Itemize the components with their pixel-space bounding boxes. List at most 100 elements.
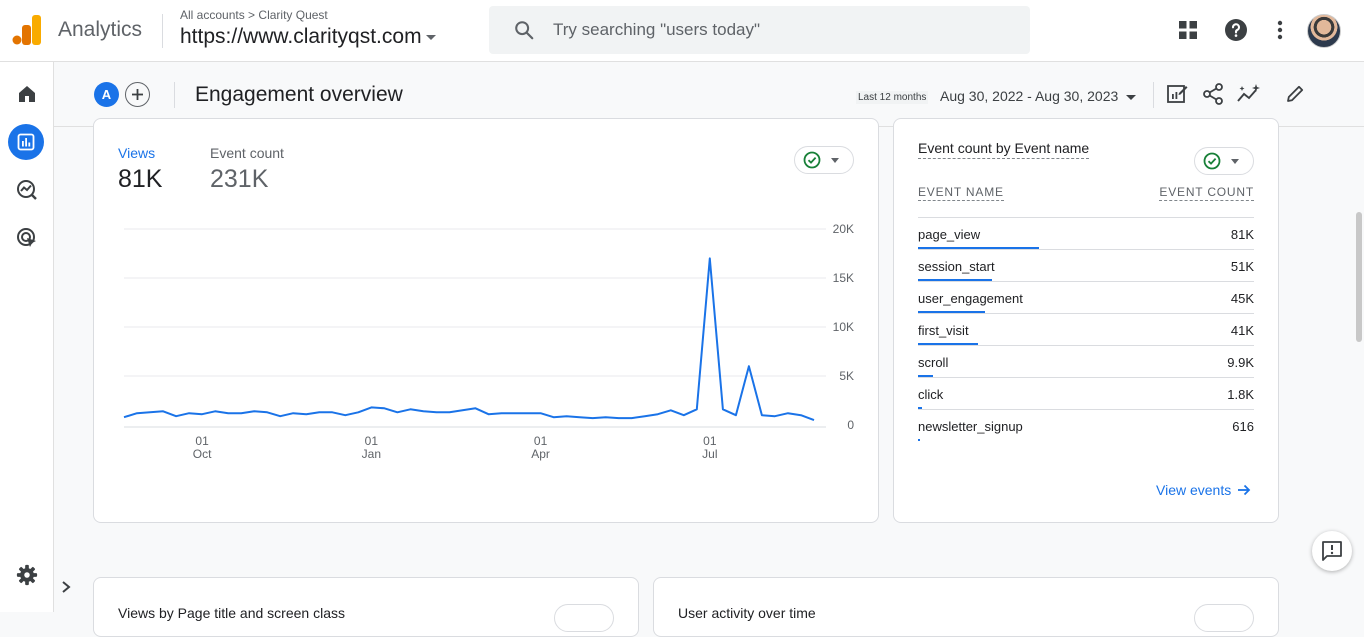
- event-count: 9.9K: [1227, 355, 1254, 370]
- table-row[interactable]: click 1.8K: [918, 377, 1254, 409]
- column-header-event-count[interactable]: EVENT COUNT: [1159, 185, 1254, 201]
- date-preset-label: Last 12 months: [856, 91, 929, 104]
- card-title[interactable]: Event count by Event name: [918, 140, 1090, 159]
- explore-glyph: [17, 180, 37, 200]
- event-count: 81K: [1230, 227, 1254, 242]
- event-name: scroll: [918, 355, 949, 370]
- edit-pencil-glyph: [1287, 85, 1304, 102]
- view-events-link[interactable]: View events: [1156, 482, 1251, 498]
- x-tick-month: Oct: [193, 447, 212, 461]
- event-name: first_visit: [918, 323, 969, 338]
- search-icon: [515, 21, 534, 40]
- divider: [174, 82, 175, 108]
- more-vert-icon[interactable]: [1267, 17, 1293, 43]
- x-tick-day: 01: [534, 434, 548, 448]
- apps-grid-glyph: [1179, 21, 1197, 39]
- table-row[interactable]: user_engagement 45K: [918, 281, 1254, 313]
- table-row[interactable]: session_start 51K: [918, 249, 1254, 281]
- views-series-line[interactable]: [123, 257, 815, 422]
- metric-tab-views-label[interactable]: Views: [118, 145, 155, 161]
- event-count: 41K: [1230, 323, 1254, 338]
- edit-pencil-icon[interactable]: [1283, 82, 1307, 106]
- column-header-event-name[interactable]: EVENT NAME: [918, 185, 1004, 201]
- table-row[interactable]: page_view 81K: [918, 217, 1254, 249]
- comparison-badge[interactable]: A: [94, 82, 119, 107]
- event-name: session_start: [918, 259, 995, 274]
- card-options-dropdown[interactable]: [1194, 147, 1254, 175]
- property-name: https://www.clarityqst.com: [180, 25, 422, 48]
- table-row[interactable]: first_visit 41K: [918, 313, 1254, 345]
- app-name: Analytics: [58, 18, 143, 41]
- dropdown-arrow-icon: [1126, 94, 1137, 100]
- breadcrumb-account: Clarity Quest: [258, 8, 328, 22]
- date-range-picker[interactable]: Aug 30, 2022 - Aug 30, 2023: [940, 88, 1137, 104]
- expand-nav-button[interactable]: [54, 575, 78, 599]
- avatar[interactable]: [1307, 14, 1341, 48]
- analytics-logo-icon[interactable]: [12, 14, 42, 46]
- x-tick-month: Jul: [702, 447, 717, 461]
- card-title[interactable]: User activity over time: [678, 605, 816, 621]
- card-title[interactable]: Views by Page title and screen class: [118, 605, 345, 621]
- settings-icon[interactable]: [11, 559, 43, 591]
- x-tick-month: Apr: [531, 447, 550, 461]
- arrow-right-icon: [1238, 484, 1251, 496]
- views-chart-card: Views 81K Event count 231K 20K 15K 10K 5K 0 0…: [93, 118, 879, 523]
- more-vert-glyph: [1277, 20, 1283, 40]
- date-range-text: Aug 30, 2022 - Aug 30, 2023: [940, 88, 1119, 104]
- table-row[interactable]: scroll 9.9K: [918, 345, 1254, 377]
- breadcrumb-root: All accounts: [180, 8, 245, 22]
- x-tick-month: Jan: [362, 447, 381, 461]
- chevron-right-icon: >: [248, 8, 256, 22]
- chevron-right-icon: [62, 581, 71, 593]
- insights-icon[interactable]: [1237, 82, 1261, 106]
- views-line-chart: 20K15K10K5K001Oct01Jan01Apr01Jul: [123, 222, 854, 461]
- share-bar: [918, 439, 920, 441]
- event-name: page_view: [918, 227, 981, 242]
- customize-report-glyph: [1167, 85, 1188, 103]
- x-tick-day: 01: [703, 434, 717, 448]
- help-icon[interactable]: [1223, 17, 1249, 43]
- feedback-icon: [1322, 541, 1342, 561]
- reports-glyph: [17, 133, 35, 151]
- home-glyph: [19, 86, 35, 102]
- event-count-card: Event count by Event name EVENT NAME EVE…: [893, 118, 1279, 523]
- dropdown-arrow-icon: [1231, 158, 1239, 164]
- advertising-glyph: [17, 228, 36, 247]
- event-name: newsletter_signup: [918, 419, 1023, 434]
- add-icon: [132, 89, 143, 100]
- search-input[interactable]: [553, 6, 1013, 54]
- card-options-dropdown[interactable]: [1194, 604, 1254, 632]
- x-tick-day: 01: [195, 434, 209, 448]
- property-selector[interactable]: https://www.clarityqst.com: [180, 25, 436, 49]
- explore-icon[interactable]: [11, 174, 43, 206]
- reports-icon[interactable]: [8, 124, 44, 160]
- search-bar[interactable]: [489, 6, 1030, 54]
- apps-grid-icon[interactable]: [1175, 17, 1201, 43]
- divider: [162, 14, 163, 48]
- y-tick-label: 5K: [839, 369, 854, 383]
- event-count: 616: [1232, 419, 1254, 434]
- account-breadcrumb[interactable]: All accounts > Clarity Quest: [180, 8, 328, 22]
- add-comparison-button[interactable]: [125, 82, 150, 107]
- metric-tab-views-value: 81K: [118, 165, 163, 193]
- table-row[interactable]: newsletter_signup 616: [918, 409, 1254, 441]
- views-by-page-card: Views by Page title and screen class: [93, 577, 639, 637]
- dropdown-arrow-icon: [425, 34, 436, 40]
- event-count: 51K: [1230, 259, 1254, 274]
- customize-report-icon[interactable]: [1165, 82, 1189, 106]
- feedback-button[interactable]: [1312, 531, 1352, 571]
- page-title: Engagement overview: [195, 83, 403, 106]
- home-icon[interactable]: [11, 78, 43, 110]
- share-glyph: [1203, 83, 1223, 105]
- view-events-label: View events: [1156, 482, 1232, 498]
- help-glyph: [1225, 19, 1247, 41]
- card-options-dropdown[interactable]: [794, 146, 854, 174]
- page-scrollbar[interactable]: [1356, 212, 1362, 342]
- y-tick-label: 0: [847, 418, 854, 432]
- share-icon[interactable]: [1201, 82, 1225, 106]
- metric-tab-event-count-label[interactable]: Event count: [210, 145, 284, 161]
- y-tick-label: 15K: [833, 271, 854, 285]
- card-options-dropdown[interactable]: [554, 604, 614, 632]
- top-app-bar: Analytics All accounts > Clarity Quest h…: [0, 0, 1364, 62]
- advertising-icon[interactable]: [11, 222, 43, 254]
